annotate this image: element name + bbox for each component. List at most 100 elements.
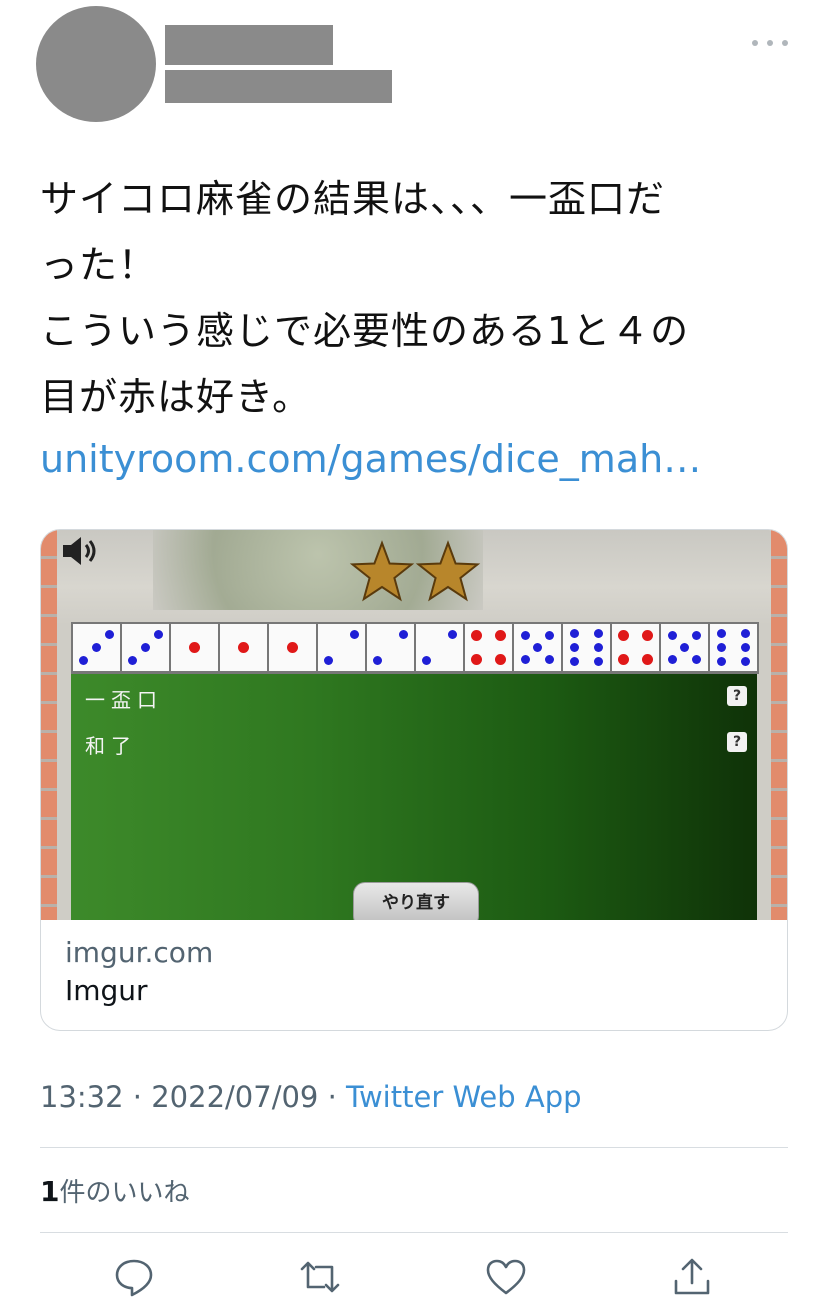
meta-separator: · xyxy=(132,1080,143,1114)
meta-separator: · xyxy=(327,1080,337,1114)
like-icon[interactable] xyxy=(484,1255,528,1299)
pip xyxy=(127,656,137,666)
pip xyxy=(570,657,580,667)
stars xyxy=(349,540,481,602)
tweet-date[interactable]: 2022/07/09 xyxy=(151,1080,318,1114)
help-button[interactable]: ? xyxy=(727,732,747,752)
pip xyxy=(287,642,298,653)
tweet-line: こういう感じで必要性のある1と４の xyxy=(40,309,690,353)
pip xyxy=(717,643,727,652)
help-button[interactable]: ? xyxy=(727,686,747,706)
pip xyxy=(570,643,580,652)
pip xyxy=(691,654,701,664)
pip xyxy=(717,628,727,638)
pip xyxy=(421,656,431,666)
tweet-line: サイコロ麻雀の結果は、、、一盃口だ xyxy=(40,177,666,221)
die-3 xyxy=(73,624,120,671)
pip xyxy=(544,631,554,641)
card-image[interactable]: 一盃口 ? 和了 ? やり直す xyxy=(41,530,787,920)
pip xyxy=(105,629,115,639)
likes-count: 1 xyxy=(40,1175,60,1208)
pip xyxy=(533,643,542,652)
yaku-agari: 和了 xyxy=(85,734,137,758)
pip xyxy=(593,657,603,667)
pip xyxy=(641,630,653,642)
tweet-line: 目が赤は好き。 xyxy=(40,375,312,419)
pip xyxy=(471,630,483,642)
pip xyxy=(521,654,531,664)
pip xyxy=(717,657,727,667)
reply-icon[interactable] xyxy=(112,1255,156,1299)
die-2 xyxy=(318,624,365,671)
likes-summary[interactable]: 1件のいいね xyxy=(40,1172,190,1209)
die-2 xyxy=(416,624,463,671)
pip xyxy=(92,643,101,652)
pip xyxy=(570,628,580,638)
card-title: Imgur xyxy=(65,974,148,1007)
pip xyxy=(372,656,382,666)
pip xyxy=(238,642,249,653)
die-4 xyxy=(612,624,659,671)
pip xyxy=(618,630,630,642)
die-5 xyxy=(514,624,561,671)
die-1 xyxy=(171,624,218,671)
pip xyxy=(78,656,88,666)
pip xyxy=(141,643,150,652)
pip xyxy=(154,629,164,639)
redo-button[interactable]: やり直す xyxy=(353,882,479,920)
die-1 xyxy=(220,624,267,671)
divider xyxy=(40,1232,788,1233)
star-icon xyxy=(349,540,415,602)
pip xyxy=(641,653,653,665)
brick-wall-right xyxy=(771,530,787,920)
redacted-username xyxy=(165,70,392,103)
die-4 xyxy=(465,624,512,671)
die-3 xyxy=(122,624,169,671)
pip xyxy=(668,631,678,641)
pip xyxy=(593,643,603,652)
pip xyxy=(740,657,750,667)
tweet-meta: 13:32 · 2022/07/09 · Twitter Web App xyxy=(40,1080,582,1114)
action-bar xyxy=(0,1255,828,1305)
retweet-icon[interactable] xyxy=(298,1255,342,1299)
tweet-text: サイコロ麻雀の結果は、、、一盃口だ った！ こういう感じで必要性のある1と４の … xyxy=(40,166,800,430)
pip xyxy=(544,654,554,664)
pip xyxy=(740,628,750,638)
avatar[interactable] xyxy=(36,6,156,122)
divider xyxy=(40,1147,788,1148)
share-icon[interactable] xyxy=(670,1255,714,1299)
dice-row xyxy=(71,622,759,674)
pip xyxy=(740,643,750,652)
pip xyxy=(494,653,506,665)
pip xyxy=(593,628,603,638)
pip xyxy=(494,630,506,642)
redacted-display-name xyxy=(165,25,333,65)
pip xyxy=(521,631,531,641)
tweet-source[interactable]: Twitter Web App xyxy=(346,1080,582,1114)
pip xyxy=(618,653,630,665)
pip xyxy=(350,629,360,639)
card-meta[interactable]: imgur.com Imgur xyxy=(41,920,787,1030)
yaku-ipeikou: 一盃口 xyxy=(85,688,163,712)
tweet-time: 13:32 xyxy=(40,1080,124,1114)
pip xyxy=(399,629,409,639)
die-1 xyxy=(269,624,316,671)
card-domain: imgur.com xyxy=(65,936,214,969)
die-6 xyxy=(563,624,610,671)
likes-label: 件のいいね xyxy=(59,1178,190,1208)
pip xyxy=(471,653,483,665)
speaker-icon[interactable] xyxy=(61,534,101,568)
brick-wall-left xyxy=(41,530,57,920)
die-5 xyxy=(661,624,708,671)
pip xyxy=(189,642,200,653)
pip xyxy=(691,631,701,641)
pip xyxy=(448,629,458,639)
pip xyxy=(668,654,678,664)
die-6 xyxy=(710,624,757,671)
pip xyxy=(680,643,689,652)
die-2 xyxy=(367,624,414,671)
link-card[interactable]: 一盃口 ? 和了 ? やり直す imgur.com Imgur xyxy=(40,529,788,1031)
tweet-line: った！ xyxy=(40,243,158,287)
tweet-link[interactable]: unityroom.com/games/dice_mah… xyxy=(40,430,701,488)
more-icon[interactable] xyxy=(752,28,788,58)
